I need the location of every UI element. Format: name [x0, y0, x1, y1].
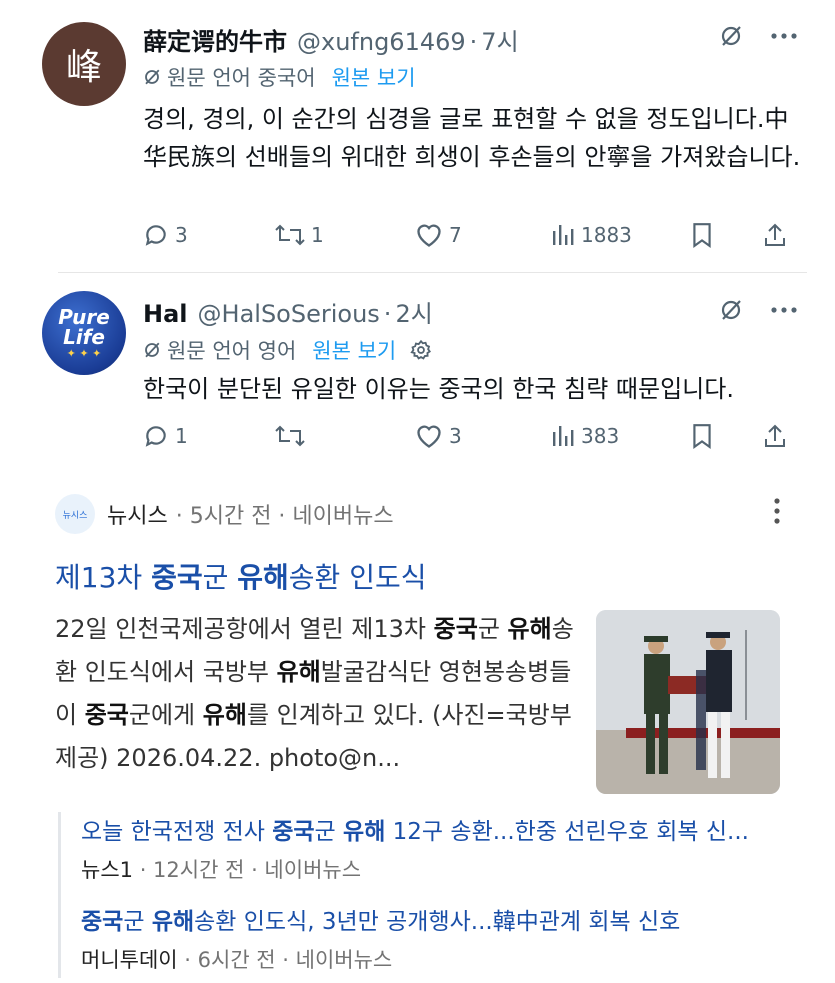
views-button[interactable]: 383: [551, 424, 619, 448]
like-count: 7: [449, 223, 462, 247]
view-original-link[interactable]: 원본 보기: [332, 62, 416, 92]
news-headline-link[interactable]: 제13차 중국군 유해송환 인도식: [55, 556, 427, 596]
settings-icon[interactable]: [410, 339, 432, 361]
highlighted-keyword: 중국: [81, 909, 124, 935]
views-count: 1883: [581, 223, 632, 247]
timestamp[interactable]: 2시: [395, 294, 432, 329]
highlighted-keyword: 유해: [507, 615, 552, 643]
related-meta: · 6시간 전 · 네이버뉴스: [177, 948, 393, 972]
text-segment: 군: [314, 819, 344, 845]
related-article-source: 뉴스1 · 12시간 전 · 네이버뉴스: [81, 852, 818, 888]
news-description[interactable]: 22일 인천국제공항에서 열린 제13차 중국군 유해송환 인도식에서 국방부 …: [55, 608, 575, 780]
tweet-text: 경의, 경의, 이 순간의 심경을 글로 표현할 수 없을 정도입니다.中华民族…: [143, 105, 801, 171]
kebab-icon[interactable]: [773, 498, 781, 524]
share-button[interactable]: [763, 423, 787, 449]
highlighted-keyword: 유해: [276, 658, 321, 686]
translation-info: 원문 언어 중국어 원본 보기: [143, 62, 416, 92]
tweet-actions: 3 1 7 1883: [143, 220, 793, 250]
related-meta: · 12시간 전 · 네이버뉴스: [133, 858, 362, 882]
display-name[interactable]: Hal: [143, 300, 188, 328]
news-source-logo[interactable]: 뉴시스: [55, 494, 95, 534]
user-handle[interactable]: @HalSoSerious: [198, 300, 380, 328]
tweet-top-actions: [719, 24, 797, 48]
news-source-name[interactable]: 뉴시스: [107, 498, 168, 530]
like-icon: [415, 222, 443, 248]
text-segment: 22일 인천국제공항에서 열린 제13차: [55, 615, 434, 643]
reply-icon: [143, 222, 169, 248]
bookmark-button[interactable]: [691, 423, 713, 449]
translate-icon: [143, 68, 161, 86]
tweet-header: Hal @HalSoSerious · 2시: [143, 294, 433, 329]
translation-label: 원문 언어 중국어: [167, 66, 316, 90]
translation-info: 원문 언어 영어 원본 보기: [143, 335, 432, 365]
bookmark-button[interactable]: [691, 222, 713, 248]
views-icon: [551, 223, 575, 247]
like-button[interactable]: 7: [415, 222, 462, 248]
timestamp[interactable]: 7시: [481, 22, 518, 57]
divider: [58, 272, 807, 273]
logo-people-mark: ✦ ✦ ✦: [66, 346, 102, 360]
related-articles: 오늘 한국전쟁 전사 중국군 유해 12구 송환...한중 선린우호 회복 신.…: [58, 812, 818, 978]
reply-count: 1: [175, 424, 188, 448]
avatar[interactable]: Pure Life ✦ ✦ ✦: [42, 291, 126, 375]
text-segment: 오늘 한국전쟁 전사: [81, 819, 273, 845]
translation-label: 원문 언어 영어: [167, 339, 297, 363]
views-button[interactable]: 1883: [551, 223, 632, 247]
user-handle[interactable]: @xufng61469: [297, 28, 466, 56]
text-segment: 12구 송환...한중 선린우호 회복 신...: [385, 819, 749, 845]
tweet-top-actions: [719, 298, 797, 322]
highlighted-keyword: 중국: [272, 819, 315, 845]
grok-icon[interactable]: [719, 24, 743, 48]
more-icon[interactable]: [771, 306, 797, 314]
repost-icon: [275, 223, 305, 247]
grok-icon[interactable]: [719, 298, 743, 322]
reply-button[interactable]: 3: [143, 222, 188, 248]
related-source-name[interactable]: 머니투데이: [81, 948, 178, 972]
highlighted-keyword: 유해: [151, 909, 195, 935]
news-source-line: 뉴시스 뉴시스 · 5시간 전 · 네이버뉴스: [55, 494, 394, 534]
repost-button[interactable]: 1: [275, 223, 324, 247]
tweet-text: 한국이 분단된 유일한 이유는 중국의 한국 침략 때문입니다.: [143, 375, 734, 403]
reply-button[interactable]: 1: [143, 423, 188, 449]
avatar[interactable]: 峰: [42, 22, 126, 106]
view-original-link[interactable]: 원본 보기: [312, 335, 396, 365]
text-segment: 군에게: [128, 701, 203, 729]
related-article-link[interactable]: 오늘 한국전쟁 전사 중국군 유해 12구 송환...한중 선린우호 회복 신.…: [81, 812, 818, 852]
related-source-name[interactable]: 뉴스1: [81, 858, 133, 882]
share-icon: [763, 423, 787, 449]
text-segment: 송환 인도식, 3년만 공개행사...韓中관계 회복 신호: [194, 909, 681, 935]
news-thumbnail[interactable]: [596, 610, 780, 794]
like-count: 3: [449, 424, 462, 448]
related-article-link[interactable]: 중국군 유해송환 인도식, 3년만 공개행사...韓中관계 회복 신호: [81, 902, 818, 942]
views-count: 383: [581, 424, 620, 448]
like-button[interactable]: 3: [415, 423, 462, 449]
highlighted-keyword: 유해: [343, 819, 386, 845]
repost-button[interactable]: [275, 424, 311, 448]
tweet-header: 薛定谔的牛市 @xufng61469 · 7시: [143, 22, 519, 57]
translate-icon: [143, 341, 161, 359]
share-icon: [763, 222, 787, 248]
separator-dot: ·: [469, 28, 478, 56]
reply-count: 3: [175, 223, 188, 247]
text-segment: 군: [123, 909, 152, 935]
views-icon: [551, 424, 575, 448]
display-name[interactable]: 薛定谔的牛市: [143, 22, 287, 57]
text-segment: 군: [477, 615, 508, 643]
highlighted-keyword: 중국: [84, 701, 129, 729]
repost-count: 1: [311, 223, 324, 247]
like-icon: [415, 423, 443, 449]
related-article-source: 머니투데이 · 6시간 전 · 네이버뉴스: [81, 942, 818, 978]
separator-dot: ·: [383, 300, 392, 328]
news-meta: · 5시간 전 · 네이버뉴스: [175, 504, 394, 529]
highlighted-keyword: 중국: [433, 615, 478, 643]
bookmark-icon: [691, 222, 713, 248]
reply-icon: [143, 423, 169, 449]
more-icon[interactable]: [771, 32, 797, 40]
share-button[interactable]: [763, 222, 787, 248]
bookmark-icon: [691, 423, 713, 449]
repost-icon: [275, 424, 305, 448]
tweet-actions: 1 3 383: [143, 421, 793, 451]
highlighted-keyword: 유해: [202, 701, 247, 729]
